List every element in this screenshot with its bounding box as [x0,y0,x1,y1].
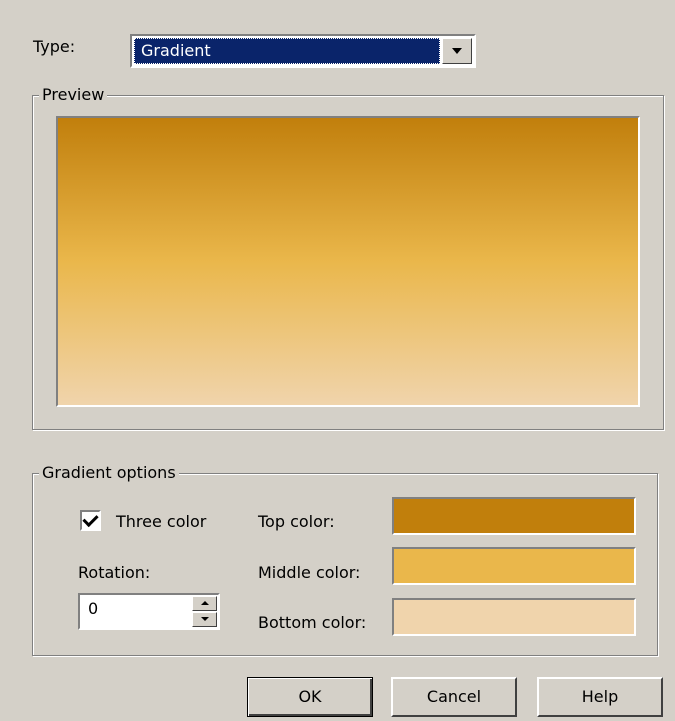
checkmark-icon [82,510,99,528]
gradient-preview [56,116,640,407]
type-selected-value[interactable]: Gradient [134,38,440,64]
preview-group-title: Preview [39,85,108,104]
rotation-input[interactable]: 0 [88,599,98,618]
top-color-label: Top color: [258,512,335,531]
middle-color-label: Middle color: [258,563,361,582]
chevron-down-icon [452,48,462,54]
type-dropdown[interactable]: Gradient [130,34,476,68]
dropdown-button[interactable] [442,38,472,64]
middle-color-swatch[interactable] [392,547,636,585]
arrow-up-icon [201,601,209,605]
spin-up-button[interactable] [192,596,217,611]
spin-down-button[interactable] [192,612,217,627]
arrow-down-icon [201,617,209,621]
gradient-options-title: Gradient options [39,463,179,482]
rotation-spinner[interactable]: 0 [78,593,220,630]
three-color-label[interactable]: Three color [116,512,206,531]
bottom-color-label: Bottom color: [258,613,367,632]
cancel-button[interactable]: Cancel [391,677,517,717]
bottom-color-swatch[interactable] [392,598,636,636]
ok-button[interactable]: OK [247,677,373,717]
top-color-swatch[interactable] [392,497,636,535]
help-button[interactable]: Help [537,677,663,717]
rotation-label: Rotation: [78,563,151,582]
three-color-checkbox[interactable] [80,510,101,531]
type-label: Type: [33,37,76,56]
